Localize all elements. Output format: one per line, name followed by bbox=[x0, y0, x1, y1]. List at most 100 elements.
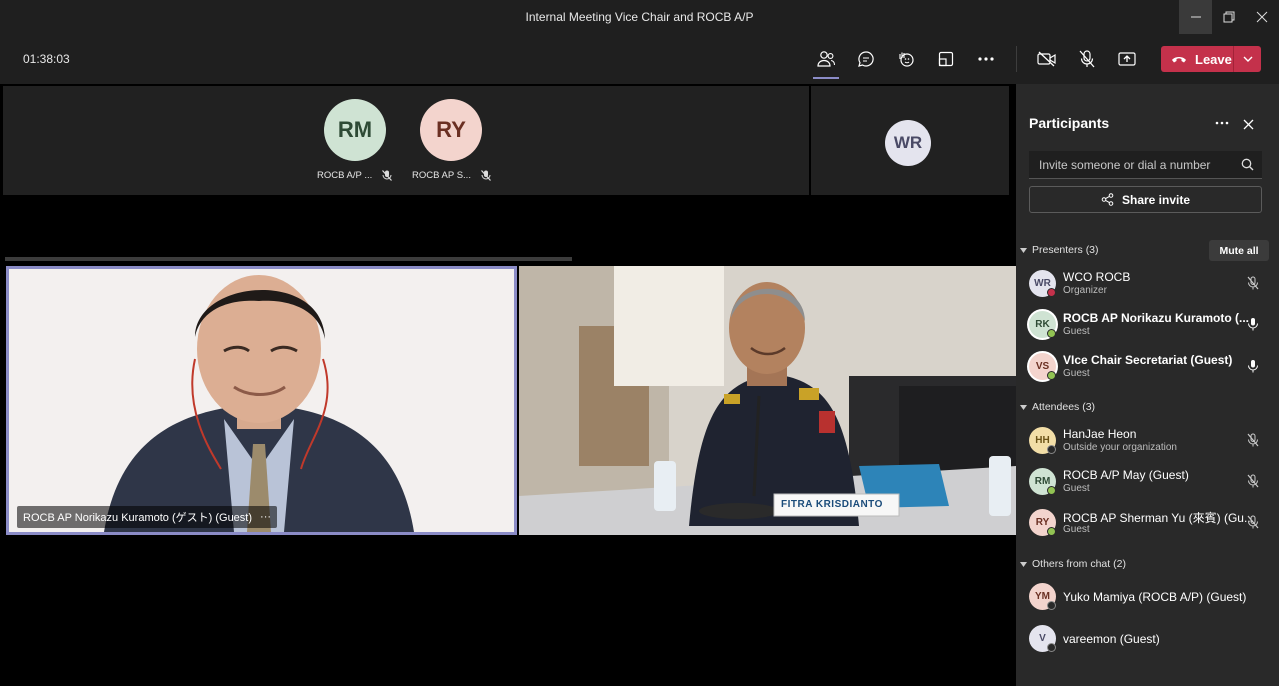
mic-on-icon[interactable] bbox=[1247, 317, 1259, 331]
people-icon bbox=[817, 51, 836, 67]
window-title: Internal Meeting Vice Chair and ROCB A/P bbox=[525, 10, 754, 24]
mic-off-icon bbox=[481, 170, 491, 181]
available-status-icon bbox=[1047, 329, 1056, 338]
invite-input[interactable] bbox=[1029, 151, 1234, 178]
mic-off-icon bbox=[382, 170, 393, 181]
participant-row[interactable]: VS VIce Chair Secretariat (Guest) Guest bbox=[1029, 349, 1269, 385]
participant-video bbox=[9, 269, 514, 532]
share-invite-label: Share invite bbox=[1121, 192, 1191, 207]
minimize-icon bbox=[1190, 16, 1201, 18]
restore-icon bbox=[1223, 11, 1234, 23]
avatar[interactable]: RM bbox=[324, 99, 386, 161]
offline-status-icon bbox=[1047, 445, 1056, 454]
participant-name: ROCB AP Norikazu Kuramoto (... bbox=[1063, 311, 1250, 325]
video-tile[interactable]: FITRA KRISDIANTO bbox=[519, 266, 1016, 535]
others-section-label: Others from chat (2) bbox=[1032, 558, 1126, 570]
participant-row[interactable]: HH HanJae Heon Outside your organization bbox=[1029, 423, 1269, 459]
invite-field-wrapper bbox=[1029, 151, 1262, 179]
participant-role: Organizer bbox=[1063, 285, 1107, 296]
available-status-icon bbox=[1047, 371, 1056, 380]
more-actions-button[interactable] bbox=[971, 46, 1001, 72]
participant-row[interactable]: WR WCO ROCB Organizer bbox=[1029, 266, 1269, 302]
attendees-section-toggle[interactable]: Attendees (3) bbox=[1020, 401, 1095, 413]
panel-close-button[interactable] bbox=[1240, 116, 1256, 132]
search-icon[interactable] bbox=[1241, 158, 1254, 171]
caret-down-icon bbox=[1020, 247, 1027, 253]
self-view-tile[interactable]: WR bbox=[811, 86, 1009, 195]
mic-off-icon[interactable] bbox=[1247, 433, 1259, 447]
breakout-rooms-icon bbox=[938, 51, 954, 67]
mic-off-icon bbox=[1079, 50, 1095, 68]
caret-down-icon bbox=[1020, 561, 1027, 567]
presenters-section-toggle[interactable]: Presenters (3) bbox=[1020, 244, 1099, 256]
chat-icon bbox=[858, 51, 874, 67]
toolbar-divider bbox=[1016, 46, 1017, 72]
participant-row[interactable]: RY ROCB AP Sherman Yu (來賓) (Gu... Guest bbox=[1029, 505, 1269, 541]
busy-status-icon bbox=[1047, 288, 1056, 297]
video-tile[interactable]: ROCB AP Norikazu Kuramoto (ゲスト) (Guest) … bbox=[6, 266, 517, 535]
mic-off-icon[interactable] bbox=[1247, 276, 1259, 290]
participant-row[interactable]: V vareemon (Guest) bbox=[1029, 621, 1269, 657]
restore-button[interactable] bbox=[1212, 0, 1245, 34]
video-tile-name: ROCB AP Norikazu Kuramoto (ゲスト) (Guest) bbox=[23, 512, 253, 524]
reactions-button[interactable] bbox=[891, 46, 921, 72]
participant-name: HanJae Heon bbox=[1063, 427, 1137, 441]
participant-row[interactable]: RM ROCB A/P May (Guest) Guest bbox=[1029, 464, 1269, 500]
chat-button[interactable] bbox=[851, 46, 881, 72]
share-invite-button[interactable]: Share invite bbox=[1029, 186, 1262, 213]
participant-name: Yuko Mamiya (ROCB A/P) (Guest) bbox=[1063, 590, 1247, 604]
participant-name: ROCB AP Sherman Yu (來賓) (Gu... bbox=[1063, 511, 1253, 525]
camera-off-icon bbox=[1037, 51, 1056, 67]
leave-button[interactable]: Leave bbox=[1161, 46, 1233, 72]
close-icon bbox=[1243, 119, 1253, 129]
panel-more-button[interactable] bbox=[1212, 116, 1232, 130]
rooms-button[interactable] bbox=[931, 46, 961, 72]
strip-participant-name: ROCB AP S... bbox=[412, 170, 491, 181]
more-icon bbox=[1215, 121, 1229, 125]
close-icon bbox=[1256, 11, 1267, 23]
video-tile-label: ROCB AP Norikazu Kuramoto (ゲスト) (Guest) … bbox=[17, 506, 278, 528]
more-icon bbox=[978, 57, 994, 61]
panel-title: Participants bbox=[1029, 115, 1110, 131]
hang-up-icon bbox=[1172, 57, 1186, 63]
strip-name-label: ROCB A/P ... bbox=[317, 170, 373, 181]
share-tray-icon bbox=[1118, 52, 1136, 66]
tile-more-button[interactable]: ··· bbox=[260, 511, 271, 523]
participant-role: Guest bbox=[1063, 524, 1090, 535]
mic-off-icon[interactable] bbox=[1247, 474, 1259, 488]
available-status-icon bbox=[1047, 527, 1056, 536]
mic-off-icon[interactable] bbox=[1247, 515, 1259, 529]
raise-hand-icon bbox=[899, 52, 914, 67]
avatar[interactable]: RY bbox=[420, 99, 482, 161]
offline-status-icon bbox=[1047, 643, 1056, 652]
participant-role: Guest bbox=[1063, 368, 1090, 379]
participant-role: Outside your organization bbox=[1063, 442, 1177, 453]
name-placard: FITRA KRISDIANTO bbox=[781, 499, 883, 510]
strip-name-label: ROCB AP S... bbox=[412, 170, 471, 181]
chevron-down-icon bbox=[1243, 56, 1252, 62]
participant-name: ROCB A/P May (Guest) bbox=[1063, 468, 1189, 482]
available-status-icon bbox=[1047, 486, 1056, 495]
camera-toggle-button[interactable] bbox=[1032, 46, 1062, 72]
close-window-button[interactable] bbox=[1245, 0, 1278, 34]
participants-button[interactable] bbox=[811, 46, 841, 79]
participant-row[interactable]: RK ROCB AP Norikazu Kuramoto (... Guest bbox=[1029, 307, 1269, 343]
meeting-toolbar: 01:38:03 Leave bbox=[0, 34, 1279, 84]
participant-name: VIce Chair Secretariat (Guest) bbox=[1063, 353, 1233, 367]
others-section-toggle[interactable]: Others from chat (2) bbox=[1020, 558, 1126, 570]
mute-all-button[interactable]: Mute all bbox=[1209, 240, 1269, 261]
mic-toggle-button[interactable] bbox=[1072, 46, 1102, 72]
participant-name: WCO ROCB bbox=[1063, 270, 1131, 284]
participant-row[interactable]: YM Yuko Mamiya (ROCB A/P) (Guest) bbox=[1029, 579, 1269, 615]
meeting-stage: RM ROCB A/P ... RY ROCB AP S... WR ROCB … bbox=[0, 84, 1016, 686]
leave-options-button[interactable] bbox=[1234, 46, 1261, 72]
share-screen-button[interactable] bbox=[1112, 46, 1142, 72]
offline-status-icon bbox=[1047, 601, 1056, 610]
attendees-section-label: Attendees (3) bbox=[1032, 401, 1096, 413]
meeting-timer: 01:38:03 bbox=[23, 52, 70, 66]
leave-button-group: Leave bbox=[1161, 46, 1261, 72]
participants-panel: Participants Share invite Presenters (3)… bbox=[1016, 84, 1279, 686]
mic-on-icon[interactable] bbox=[1247, 359, 1259, 373]
minimize-button[interactable] bbox=[1179, 0, 1212, 34]
participant-strip: RM ROCB A/P ... RY ROCB AP S... bbox=[3, 86, 809, 195]
